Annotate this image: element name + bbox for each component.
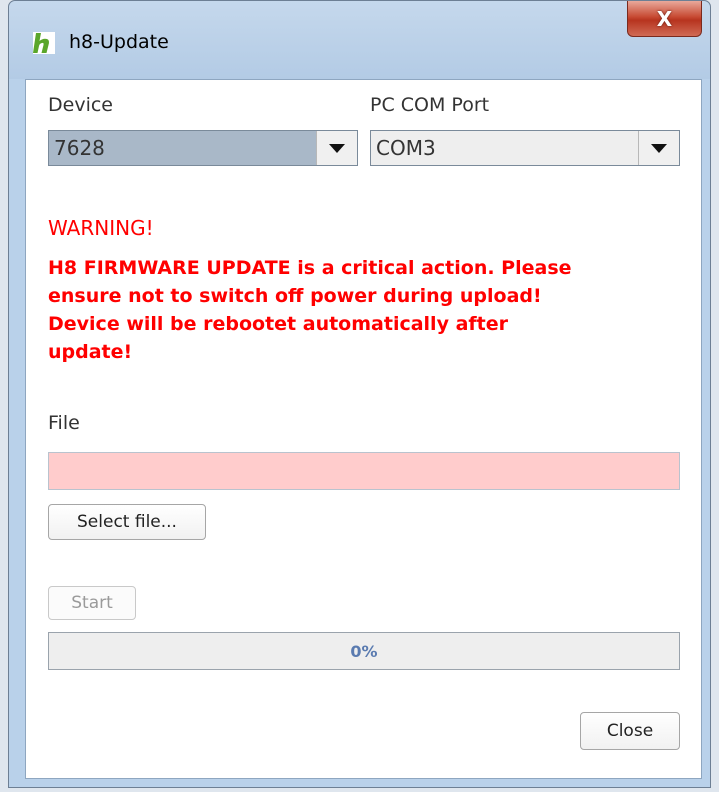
warning-line: ensure not to switch off power during up… bbox=[48, 285, 542, 307]
app-logo-icon bbox=[33, 32, 55, 54]
warning-line: H8 FIRMWARE UPDATE is a critical action.… bbox=[48, 257, 572, 279]
warning-line: Device will be rebootet automatically af… bbox=[48, 313, 508, 335]
warning-message: H8 FIRMWARE UPDATE is a critical action.… bbox=[48, 254, 688, 366]
window-close-button[interactable]: X bbox=[627, 1, 702, 37]
chevron-down-icon bbox=[329, 143, 345, 153]
device-dropdown-arrow[interactable] bbox=[316, 131, 357, 165]
device-label: Device bbox=[48, 94, 113, 116]
progress-percent-label: 0% bbox=[350, 641, 378, 661]
file-path-field[interactable] bbox=[48, 452, 680, 490]
close-icon: X bbox=[656, 6, 673, 31]
chevron-down-icon bbox=[651, 143, 667, 153]
device-dropdown[interactable]: 7628 bbox=[48, 130, 358, 166]
start-button[interactable]: Start bbox=[48, 586, 136, 620]
close-button[interactable]: Close bbox=[580, 712, 680, 750]
dialog-window: h8-Update X Device 7628 PC COM Port COM3… bbox=[8, 0, 711, 788]
window-title: h8-Update bbox=[69, 31, 169, 53]
file-label: File bbox=[48, 412, 80, 434]
warning-line: update! bbox=[48, 341, 133, 363]
upload-progress-bar: 0% bbox=[48, 632, 680, 670]
com-port-label: PC COM Port bbox=[370, 94, 490, 116]
com-port-dropdown[interactable]: COM3 bbox=[370, 130, 680, 166]
com-port-dropdown-arrow[interactable] bbox=[638, 131, 679, 165]
select-file-button[interactable]: Select file... bbox=[48, 504, 206, 540]
title-bar[interactable]: h8-Update X bbox=[9, 1, 710, 79]
device-selected-value: 7628 bbox=[54, 136, 105, 160]
warning-heading: WARNING! bbox=[48, 216, 154, 240]
com-port-selected-value: COM3 bbox=[376, 136, 436, 160]
dialog-content: Device 7628 PC COM Port COM3 WARNING! H8… bbox=[25, 79, 702, 779]
